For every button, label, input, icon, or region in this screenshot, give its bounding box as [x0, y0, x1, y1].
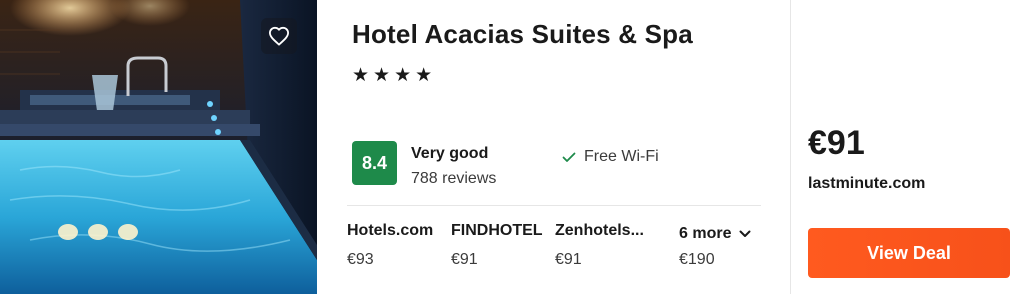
more-providers-toggle[interactable]: 6 more	[679, 225, 751, 243]
provider-price: €91	[555, 251, 582, 268]
star-rating: ★★★★	[352, 64, 437, 86]
best-price: €91	[808, 124, 865, 162]
amenity-wifi: Free Wi-Fi	[561, 148, 659, 166]
more-providers-label: 6 more	[679, 225, 732, 242]
provider-name: Zenhotels...	[555, 222, 644, 239]
chevron-down-icon	[739, 230, 751, 237]
view-deal-button[interactable]: View Deal	[808, 228, 1010, 278]
rating-label: Very good	[411, 145, 489, 162]
more-providers-button[interactable]: 6 more €190	[679, 225, 751, 269]
provider-price: €91	[451, 251, 478, 268]
provider-offer[interactable]: Hotels.com €93	[347, 222, 433, 269]
provider-name: Hotels.com	[347, 222, 434, 239]
amenity-label: Free Wi-Fi	[584, 148, 659, 165]
divider	[347, 205, 761, 206]
provider-name: FINDHOTEL	[451, 222, 543, 239]
favorite-button[interactable]	[261, 18, 297, 54]
best-price-provider: lastminute.com	[808, 175, 926, 192]
provider-price: €93	[347, 251, 374, 268]
heart-icon	[268, 26, 289, 46]
more-providers-price: €190	[679, 251, 715, 268]
review-count[interactable]: 788 reviews	[411, 170, 496, 188]
hotel-photo[interactable]	[0, 0, 317, 294]
vertical-divider	[790, 0, 791, 294]
hotel-name[interactable]: Hotel Acacias Suites & Spa	[352, 19, 693, 50]
provider-offer[interactable]: Zenhotels... €91	[555, 222, 644, 269]
check-icon	[562, 152, 576, 162]
hotel-result-card: Hotel Acacias Suites & Spa ★★★★ 8.4 Very…	[0, 0, 1024, 294]
rating-score-badge: 8.4	[352, 141, 397, 185]
provider-offer[interactable]: FINDHOTEL €91	[451, 222, 543, 269]
